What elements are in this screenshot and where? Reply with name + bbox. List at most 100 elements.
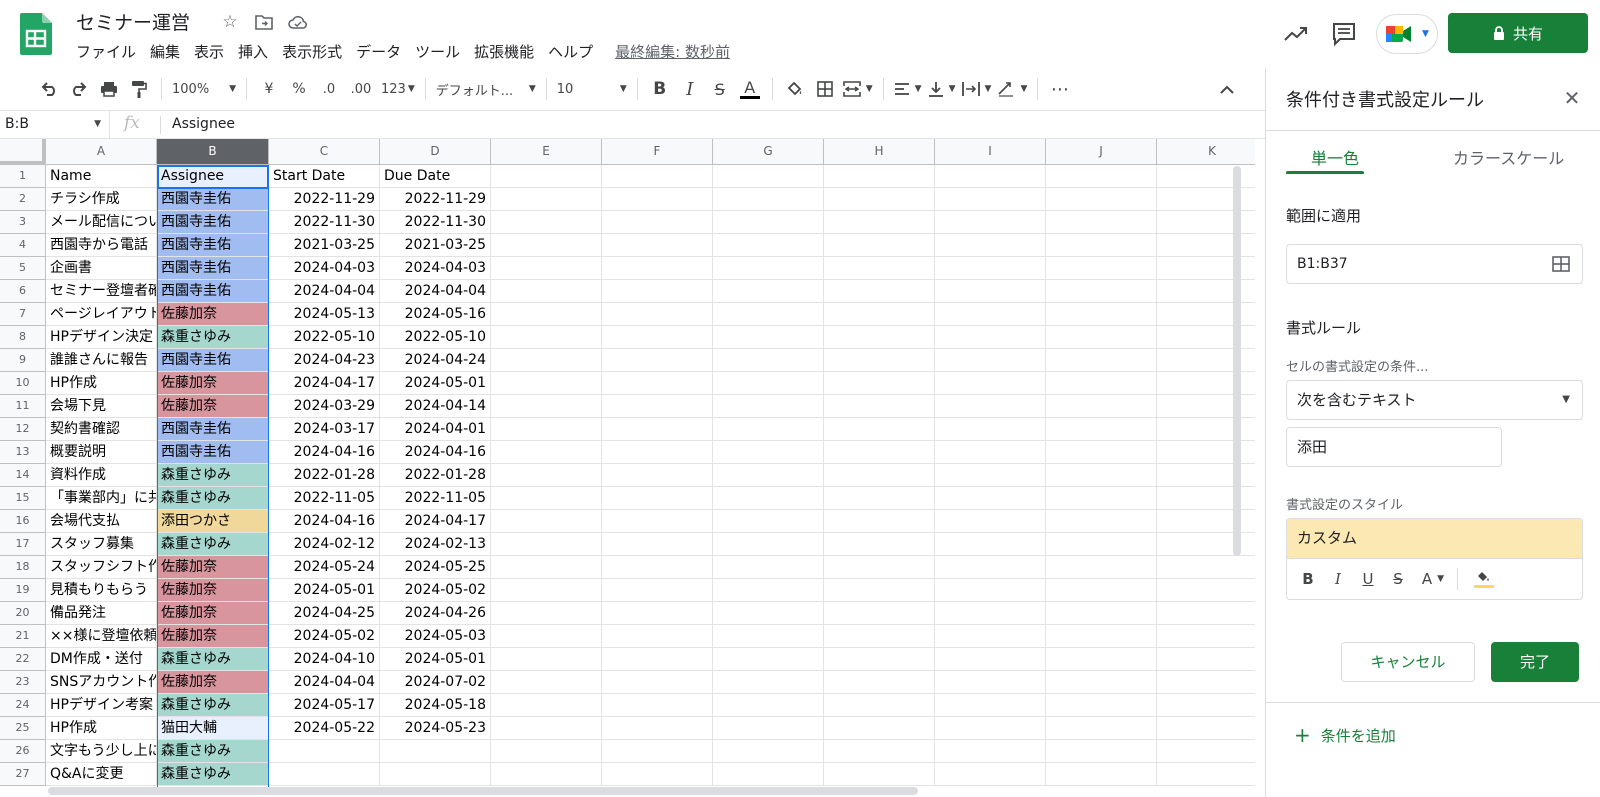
cell-empty[interactable] [935,464,1046,487]
cell-empty[interactable] [713,418,824,441]
cell-d14[interactable]: 2022-01-28 [380,464,491,487]
cell-empty[interactable] [1046,349,1157,372]
italic-icon[interactable]: I [675,74,705,104]
menu-view[interactable]: 表示 [187,41,231,63]
cell-b2[interactable]: 西園寺圭佑 [157,188,269,211]
cell-a11[interactable]: 会場下見 [46,395,157,418]
cell-d16[interactable]: 2024-04-17 [380,510,491,533]
cell-empty[interactable] [713,671,824,694]
cell-a10[interactable]: HP作成 [46,372,157,395]
cell-empty[interactable] [602,740,713,763]
cell-empty[interactable] [713,510,824,533]
cell-empty[interactable] [824,349,935,372]
paint-format-icon[interactable] [124,74,154,104]
cell-b27[interactable]: 森重さゆみ [157,763,269,786]
cell-empty[interactable] [1046,464,1157,487]
cell-empty[interactable] [935,556,1046,579]
more-formats-button[interactable]: 123 ▼ [378,74,418,104]
cell-c26[interactable] [269,740,380,763]
row-header[interactable]: 2 [0,188,46,211]
cell-c16[interactable]: 2024-04-16 [269,510,380,533]
cell-d13[interactable]: 2024-04-16 [380,441,491,464]
cell-a4[interactable]: 西園寺から電話 [46,234,157,257]
cell-b3[interactable]: 西園寺圭佑 [157,211,269,234]
cell-empty[interactable] [1046,372,1157,395]
cell-empty[interactable] [713,602,824,625]
cell-d3[interactable]: 2022-11-30 [380,211,491,234]
cell-d20[interactable]: 2024-04-26 [380,602,491,625]
row-header[interactable]: 18 [0,556,46,579]
cell-empty[interactable] [491,671,602,694]
cell-empty[interactable] [491,349,602,372]
cell-empty[interactable] [1046,441,1157,464]
cell-d17[interactable]: 2024-02-13 [380,533,491,556]
row-header[interactable]: 21 [0,625,46,648]
cell-d5[interactable]: 2024-04-03 [380,257,491,280]
cell-empty[interactable] [602,556,713,579]
cell-empty[interactable] [491,395,602,418]
cell-b6[interactable]: 西園寺圭佑 [157,280,269,303]
cell-empty[interactable] [824,257,935,280]
row-header[interactable]: 9 [0,349,46,372]
undo-icon[interactable] [34,74,64,104]
print-icon[interactable] [94,74,124,104]
cell-a1[interactable]: Name [46,165,157,188]
tab-single-color[interactable]: 単一色 [1311,145,1359,169]
cell-empty[interactable] [1157,625,1255,648]
cell-empty[interactable] [602,579,713,602]
fill-color-icon[interactable] [780,74,810,104]
cell-b21[interactable]: 佐藤加奈 [157,625,269,648]
cell-b20[interactable]: 佐藤加奈 [157,602,269,625]
cell-empty[interactable] [1046,188,1157,211]
cell-empty[interactable] [1046,257,1157,280]
cell-a9[interactable]: 誰誰さんに報告 [46,349,157,372]
cell-empty[interactable] [602,349,713,372]
cell-d9[interactable]: 2024-04-24 [380,349,491,372]
cloud-status-icon[interactable] [286,10,310,34]
cell-empty[interactable] [935,188,1046,211]
strikethrough-icon[interactable]: S [705,74,735,104]
cell-b9[interactable]: 西園寺圭佑 [157,349,269,372]
cell-a7[interactable]: ページレイアウト [46,303,157,326]
cell-empty[interactable] [935,280,1046,303]
name-box[interactable]: B:B ▼ [0,111,110,139]
cell-empty[interactable] [1046,418,1157,441]
cell-empty[interactable] [602,188,713,211]
cell-b26[interactable]: 森重さゆみ [157,740,269,763]
cell-b4[interactable]: 西園寺圭佑 [157,234,269,257]
cell-empty[interactable] [1046,556,1157,579]
cell-empty[interactable] [1157,763,1255,786]
sheets-logo-icon[interactable] [20,13,52,55]
cell-empty[interactable] [1046,510,1157,533]
cell-a19[interactable]: 見積もりもらう [46,579,157,602]
cell-empty[interactable] [1157,717,1255,740]
activity-trend-icon[interactable] [1282,20,1310,48]
cell-a18[interactable]: スタッフシフト作 [46,556,157,579]
cell-empty[interactable] [713,349,824,372]
tab-color-scale[interactable]: カラースケール [1453,145,1564,169]
cell-empty[interactable] [935,694,1046,717]
cell-empty[interactable] [602,418,713,441]
style-preview[interactable]: カスタム [1287,519,1582,559]
cell-a25[interactable]: HP作成 [46,717,157,740]
cell-d6[interactable]: 2024-04-04 [380,280,491,303]
cell-b14[interactable]: 森重さゆみ [157,464,269,487]
cell-c19[interactable]: 2024-05-01 [269,579,380,602]
cell-empty[interactable] [824,625,935,648]
cell-c27[interactable] [269,763,380,786]
text-wrap-icon[interactable]: ▼ [959,74,995,104]
row-header[interactable]: 17 [0,533,46,556]
cell-empty[interactable] [491,464,602,487]
cell-empty[interactable] [935,671,1046,694]
cell-c15[interactable]: 2022-11-05 [269,487,380,510]
cell-a5[interactable]: 企画書 [46,257,157,280]
cell-a2[interactable]: チラシ作成 [46,188,157,211]
cell-d23[interactable]: 2024-07-02 [380,671,491,694]
column-header-f[interactable]: F [602,139,713,165]
cell-empty[interactable] [824,326,935,349]
cell-empty[interactable] [602,717,713,740]
cell-d15[interactable]: 2022-11-05 [380,487,491,510]
cell-empty[interactable] [602,441,713,464]
cell-a20[interactable]: 備品発注 [46,602,157,625]
cell-a14[interactable]: 資料作成 [46,464,157,487]
